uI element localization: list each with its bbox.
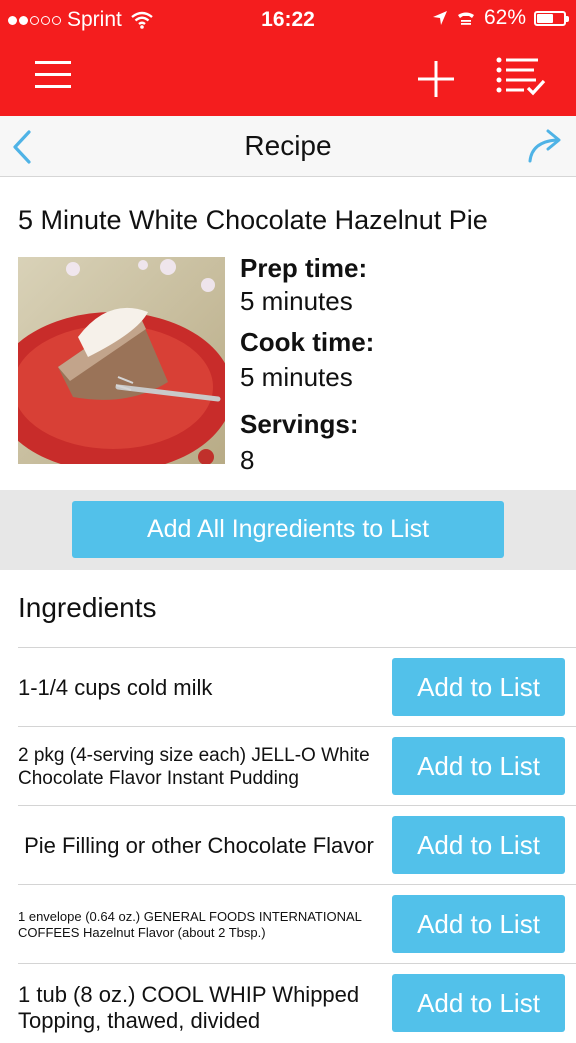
battery-percent: 62% (483, 6, 526, 29)
add-to-list-button[interactable]: Add to List (392, 974, 565, 1032)
ingredient-row: 2 pkg (4-serving size each) JELL-O White… (18, 726, 576, 806)
ingredient-row: 1 tub (8 oz.) COOL WHIP Whipped Topping,… (18, 963, 576, 1043)
hamburger-menu-icon[interactable] (34, 58, 72, 92)
battery-icon (534, 10, 569, 26)
ingredient-text: 1 tub (8 oz.) COOL WHIP Whipped Topping,… (18, 982, 360, 1033)
ingredient-row: 1 envelope (0.64 oz.) GENERAL FOODS INTE… (18, 884, 576, 964)
tty-icon (457, 12, 474, 25)
status-indicators: 62% (432, 6, 569, 30)
prep-time-label: Prep time: (240, 253, 368, 283)
servings-label: Servings: (240, 409, 359, 439)
add-all-section: Add All Ingredients to List (0, 490, 576, 570)
checklist-icon[interactable] (496, 56, 548, 98)
add-icon[interactable] (417, 60, 455, 98)
location-arrow-icon (432, 11, 447, 25)
cook-time-value: 5 minutes (240, 362, 353, 392)
ingredient-row: Pie Filling or other Chocolate Flavor Ad… (18, 805, 576, 885)
ingredient-text: 2 pkg (4-serving size each) JELL-O White… (18, 744, 370, 789)
add-to-list-button[interactable]: Add to List (392, 816, 565, 874)
recipe-title: 5 Minute White Chocolate Hazelnut Pie (18, 205, 488, 235)
add-to-list-button[interactable]: Add to List (392, 737, 565, 795)
add-all-ingredients-button[interactable]: Add All Ingredients to List (72, 501, 504, 558)
ingredient-text: Pie Filling or other Chocolate Flavor (18, 832, 374, 858)
page-title: Recipe (244, 130, 332, 161)
ingredients-header: Ingredients (18, 592, 157, 623)
add-to-list-button[interactable]: Add to List (392, 658, 565, 716)
ingredient-text: 1-1/4 cups cold milk (18, 674, 213, 700)
status-bar: Sprint 16:22 62% (0, 0, 576, 40)
cook-time-label: Cook time: (240, 327, 375, 357)
app-toolbar (0, 40, 576, 116)
add-to-list-button[interactable]: Add to List (392, 895, 565, 953)
recipe-photo (18, 257, 225, 464)
share-arrow-icon[interactable] (526, 128, 566, 164)
servings-value: 8 (240, 445, 255, 475)
navigation-bar: Recipe (0, 116, 576, 177)
ingredient-text: 1 envelope (0.64 oz.) GENERAL FOODS INTE… (18, 908, 362, 940)
ingredient-row: 1-1/4 cups cold milk Add to List (18, 647, 576, 727)
prep-time-value: 5 minutes (240, 286, 353, 316)
